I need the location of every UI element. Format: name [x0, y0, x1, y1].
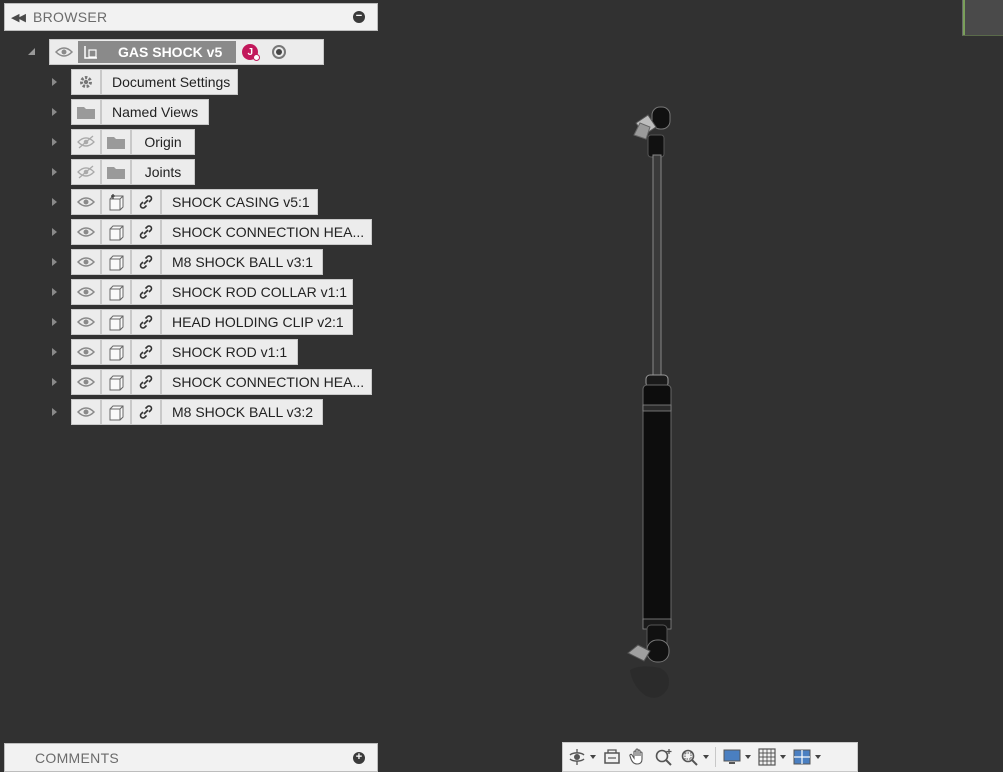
gas-shock-model[interactable] — [600, 95, 720, 720]
collapse-root-icon[interactable] — [28, 48, 35, 55]
browser-panel-header: ◀◀ BROWSER − — [4, 3, 378, 31]
expand-icon[interactable] — [52, 198, 57, 206]
expand-icon[interactable] — [52, 138, 57, 146]
expand-icon[interactable] — [52, 378, 57, 386]
expand-icon[interactable] — [52, 258, 57, 266]
link-icon — [131, 399, 161, 425]
tree-item-label: M8 SHOCK BALL v3:2 — [161, 399, 323, 425]
expand-icon[interactable] — [52, 408, 57, 416]
orbit-icon[interactable] — [567, 745, 596, 769]
component-icon — [101, 369, 131, 395]
viewcube[interactable] — [962, 0, 1003, 36]
component-icon — [101, 399, 131, 425]
activate-radio-icon[interactable] — [272, 45, 287, 59]
tree-item-label: Document Settings — [101, 69, 238, 95]
expand-icon[interactable] — [52, 348, 57, 356]
grid-icon[interactable] — [757, 745, 786, 769]
browser-title: BROWSER — [33, 9, 108, 25]
display-settings-icon[interactable] — [722, 745, 751, 769]
tree-item-label: SHOCK CONNECTION HEA... — [161, 369, 372, 395]
zoom-icon[interactable] — [654, 745, 674, 769]
tree-item-label: SHOCK CONNECTION HEA... — [161, 219, 372, 245]
link-icon — [131, 369, 161, 395]
component-icon — [101, 249, 131, 275]
expand-icon[interactable] — [52, 288, 57, 296]
tree-item-label: SHOCK ROD v1:1 — [161, 339, 298, 365]
link-icon — [131, 249, 161, 275]
minimize-panel-button[interactable]: − — [353, 11, 365, 23]
visibility-eye-icon[interactable] — [71, 189, 101, 215]
expand-comments-button[interactable]: + — [353, 751, 365, 764]
visibility-eye-icon[interactable] — [71, 249, 101, 275]
component-icon — [101, 339, 131, 365]
user-avatar[interactable]: J — [242, 44, 261, 61]
tree-item-label: M8 SHOCK BALL v3:1 — [161, 249, 323, 275]
tree-item-label: SHOCK CASING v5:1 — [161, 189, 318, 215]
visibility-eye-icon[interactable] — [71, 369, 101, 395]
folder-icon — [101, 159, 131, 185]
visibility-eye-icon[interactable] — [71, 219, 101, 245]
expand-icon[interactable] — [52, 168, 57, 176]
visibility-eye-icon[interactable] — [71, 399, 101, 425]
link-icon — [131, 189, 161, 215]
folder-icon — [101, 129, 131, 155]
pan-icon[interactable] — [628, 745, 648, 769]
top-connection-head — [633, 106, 671, 158]
tree-item-label: Origin — [131, 129, 195, 155]
expand-icon[interactable] — [52, 318, 57, 326]
bottom-connection-head — [627, 624, 670, 698]
component-icon — [101, 219, 131, 245]
hidden-eye-icon[interactable] — [71, 159, 101, 185]
comments-panel-header[interactable]: COMMENTS + — [4, 743, 378, 772]
link-icon — [131, 339, 161, 365]
tree-item-label: Named Views — [101, 99, 209, 125]
expand-icon[interactable] — [52, 108, 57, 116]
comments-title: COMMENTS — [35, 749, 120, 766]
shock-casing — [642, 384, 672, 624]
gear-icon — [71, 69, 101, 95]
navigation-toolbar — [562, 742, 858, 772]
component-icon — [101, 309, 131, 335]
visibility-eye-icon[interactable] — [71, 309, 101, 335]
visibility-eye-icon[interactable] — [71, 279, 101, 305]
viewports-icon[interactable] — [792, 745, 821, 769]
expand-icon[interactable] — [52, 228, 57, 236]
look-at-icon[interactable] — [602, 745, 622, 769]
tree-item-label: SHOCK ROD COLLAR v1:1 — [161, 279, 353, 305]
visibility-eye-icon[interactable] — [50, 46, 78, 58]
hidden-eye-icon[interactable] — [71, 129, 101, 155]
document-name[interactable]: GAS SHOCK v5 — [104, 41, 237, 63]
visibility-eye-icon[interactable] — [71, 339, 101, 365]
collapse-panel-icon[interactable]: ◀◀ — [11, 11, 33, 24]
link-icon — [131, 279, 161, 305]
tree-item-label: Joints — [131, 159, 195, 185]
tree-item-label: HEAD HOLDING CLIP v2:1 — [161, 309, 353, 335]
grounded-component-icon — [101, 189, 131, 215]
avatar-initial: J — [247, 46, 254, 58]
component-icon — [101, 279, 131, 305]
link-icon — [131, 219, 161, 245]
folder-icon — [71, 99, 101, 125]
link-icon — [131, 309, 161, 335]
fit-icon[interactable] — [680, 745, 709, 769]
expand-icon[interactable] — [52, 78, 57, 86]
shock-rod — [652, 154, 662, 378]
assembly-icon — [78, 41, 104, 63]
